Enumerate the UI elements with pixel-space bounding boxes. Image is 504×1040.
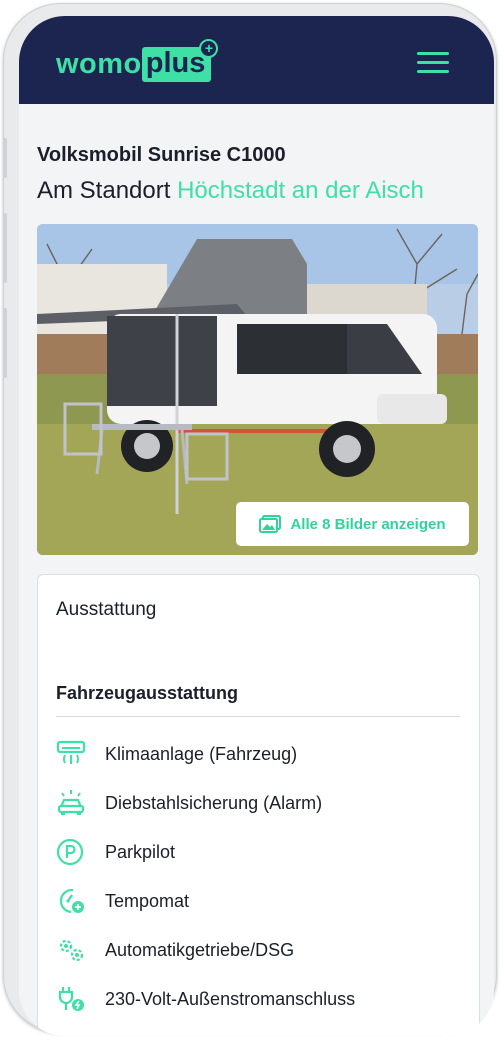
vehicle-equipment-heading: Fahrzeugausstattung: [56, 683, 239, 703]
feature-label: Parkpilot: [105, 841, 176, 862]
hamburger-menu-icon[interactable]: [417, 52, 449, 74]
vehicle-name: Volksmobil Sunrise C1000: [37, 144, 286, 166]
car-alarm-icon: [56, 788, 88, 818]
feature-label: Diebstahlsicherung (Alarm): [105, 792, 323, 813]
phone-side-button: [3, 138, 7, 178]
section-divider: [56, 716, 460, 717]
feature-label: Tempomat: [105, 890, 190, 911]
air-conditioning-icon: [56, 739, 88, 769]
feature-item-parkpilot: Parkpilot: [56, 837, 175, 867]
show-all-images-label: Alle 8 Bilder anzeigen: [290, 515, 446, 533]
phone-frame: womo plus + Volksmobil Sunrise C1000 Am …: [3, 3, 497, 1036]
feature-item-power-connection: 230-Volt-Außenstromanschluss: [56, 984, 355, 1014]
feature-item-cruise-control: Tempomat: [56, 886, 189, 916]
feature-label: 230-Volt-Außenstromanschluss: [105, 988, 356, 1009]
feature-item-alarm: Diebstahlsicherung (Alarm): [56, 788, 322, 818]
image-gallery-icon: [259, 515, 282, 533]
vehicle-location: Am Standort Höchstadt an der Aisch: [37, 177, 424, 205]
location-city: Höchstadt an der Aisch: [177, 177, 424, 204]
logo-text-plus-box: plus +: [141, 38, 219, 82]
phone-volume-down-button: [3, 308, 7, 378]
feature-label: Klimaanlage (Fahrzeug): [105, 743, 298, 764]
phone-screen: womo plus + Volksmobil Sunrise C1000 Am …: [19, 16, 494, 1036]
app-header: womo plus +: [19, 16, 494, 104]
equipment-card: Ausstattung Fahrzeugausstattung Klimaanl…: [37, 574, 480, 1036]
parking-icon: [56, 837, 88, 867]
show-all-images-button[interactable]: Alle 8 Bilder anzeigen: [236, 502, 469, 546]
location-prefix: Am Standort: [37, 177, 171, 204]
womoplus-logo[interactable]: womo plus +: [56, 38, 219, 82]
logo-text-plus: plus: [145, 46, 206, 79]
equipment-title: Ausstattung: [56, 599, 157, 620]
power-plug-icon: [56, 984, 88, 1014]
logo-plus-badge: +: [199, 38, 219, 58]
feature-item-air-conditioning: Klimaanlage (Fahrzeug): [56, 739, 297, 769]
phone-volume-up-button: [3, 213, 7, 283]
logo-text-womo: womo: [56, 47, 142, 80]
gears-icon: [56, 935, 88, 965]
feature-item-automatic-gearbox: Automatikgetriebe/DSG: [56, 935, 294, 965]
feature-label: Automatikgetriebe/DSG: [105, 939, 295, 960]
cruise-control-icon: [56, 886, 88, 916]
